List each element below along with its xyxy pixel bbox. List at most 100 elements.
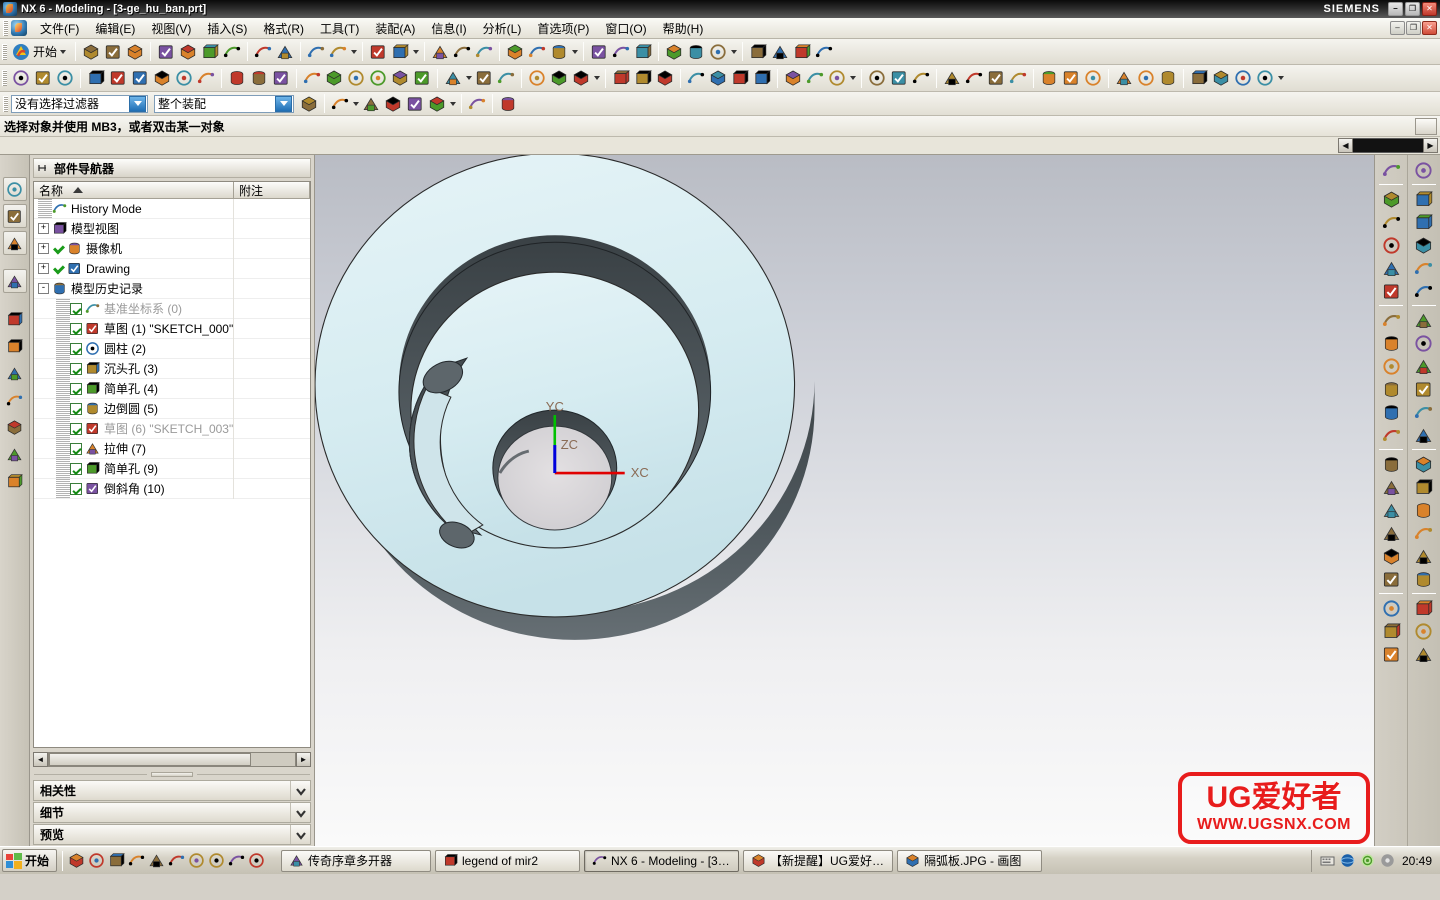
- standard-toolbar-grip[interactable]: [2, 43, 7, 60]
- chevron-down-icon[interactable]: [729, 41, 738, 63]
- menu-item-1[interactable]: 编辑(E): [87, 18, 143, 39]
- tree-row[interactable]: 草图 (6) "SKETCH_003": [34, 418, 310, 439]
- pattern-icon[interactable]: [685, 41, 707, 63]
- studio-surface-icon[interactable]: [707, 67, 729, 89]
- collapse-icon[interactable]: -: [38, 283, 49, 294]
- navigator-scroll-right-button[interactable]: ►: [296, 752, 311, 767]
- block-primitive-icon[interactable]: [1378, 522, 1404, 544]
- view-horizontal-scrollbar[interactable]: ◀ ▶: [1338, 138, 1438, 153]
- right-view-icon[interactable]: [1378, 401, 1404, 423]
- rectangle-icon[interactable]: [248, 67, 270, 89]
- constraint-icon[interactable]: [1411, 522, 1437, 544]
- hole-icon[interactable]: [473, 41, 495, 63]
- suppress-checkbox[interactable]: [70, 382, 82, 395]
- menu-item-6[interactable]: 装配(A): [367, 18, 423, 39]
- more-view-icon[interactable]: [1378, 643, 1404, 665]
- open-file-icon[interactable]: [102, 41, 124, 63]
- sphere-primitive-icon[interactable]: [1378, 568, 1404, 590]
- mirror-feature-icon[interactable]: [1411, 401, 1437, 423]
- dependencies-panel[interactable]: 相关性: [33, 780, 311, 801]
- checkmark-icon[interactable]: [52, 242, 65, 255]
- static-wireframe-icon[interactable]: [1378, 211, 1404, 233]
- preview-panel[interactable]: 预览: [33, 824, 311, 845]
- new-datum-icon[interactable]: [1411, 159, 1437, 181]
- suppress-checkbox[interactable]: [70, 322, 82, 335]
- patch-icon[interactable]: [804, 67, 826, 89]
- datum-axis-icon[interactable]: [473, 67, 495, 89]
- windows-start-button[interactable]: 开始: [2, 849, 58, 872]
- wrap-geometry-icon[interactable]: [1113, 67, 1135, 89]
- open-assembly-icon[interactable]: [1411, 476, 1437, 498]
- offset-face-icon[interactable]: [866, 67, 888, 89]
- edge-blend-icon[interactable]: [548, 41, 570, 63]
- tree-row[interactable]: 拉伸 (7): [34, 438, 310, 459]
- ruled-icon[interactable]: [685, 67, 707, 89]
- intersect-icon[interactable]: [985, 67, 1007, 89]
- assembly-navigator-icon[interactable]: [2, 177, 27, 201]
- sew-icon[interactable]: [782, 67, 804, 89]
- delete-face-icon[interactable]: [1188, 67, 1210, 89]
- bridge-curve-icon[interactable]: [323, 67, 345, 89]
- suppress-checkbox[interactable]: [70, 362, 82, 375]
- taskbar-button[interactable]: legend of mir2: [435, 849, 581, 872]
- pocket-icon[interactable]: [526, 41, 548, 63]
- datum-csys-icon[interactable]: [495, 67, 517, 89]
- chevron-down-icon[interactable]: [349, 41, 358, 63]
- tree-row[interactable]: 简单孔 (4): [34, 378, 310, 399]
- face-analysis-icon[interactable]: [1378, 234, 1404, 256]
- suppress-checkbox[interactable]: [70, 402, 82, 415]
- keyboard-tray-icon[interactable]: [1320, 853, 1335, 868]
- thunder-icon[interactable]: [168, 852, 185, 869]
- expand-icon[interactable]: +: [38, 223, 49, 234]
- rectangle-select-icon[interactable]: [466, 93, 488, 115]
- suppress-checkbox[interactable]: [70, 482, 82, 495]
- bulb-icon[interactable]: [1378, 620, 1404, 642]
- partially-shaded-icon[interactable]: [1378, 257, 1404, 279]
- move-face-icon[interactable]: [1157, 67, 1179, 89]
- chevron-down-icon[interactable]: [570, 41, 579, 63]
- menu-item-8[interactable]: 分析(L): [475, 18, 530, 39]
- mirror-icon[interactable]: [707, 41, 729, 63]
- part-navigator-icon[interactable]: [2, 231, 27, 255]
- perspective-icon[interactable]: [1378, 424, 1404, 446]
- selection-filter-dropdown-icon[interactable]: [129, 95, 146, 112]
- unite-icon[interactable]: [941, 67, 963, 89]
- trim-body-icon[interactable]: [1038, 67, 1060, 89]
- mdi-minimize-button[interactable]: –: [1390, 21, 1405, 35]
- tree-row[interactable]: - 模型历史记录: [34, 278, 310, 299]
- replace-face-icon[interactable]: [1232, 67, 1254, 89]
- face-blend-icon[interactable]: [826, 67, 848, 89]
- sketch-icon[interactable]: [367, 41, 389, 63]
- chevron-down-icon[interactable]: [290, 781, 310, 800]
- split-body-icon[interactable]: [1060, 67, 1082, 89]
- select-general-icon[interactable]: [298, 93, 320, 115]
- helix-icon[interactable]: [129, 67, 151, 89]
- redo-icon[interactable]: [274, 41, 296, 63]
- snap-point-icon[interactable]: [329, 93, 351, 115]
- html-help-icon[interactable]: [3, 442, 27, 466]
- minimize-button[interactable]: –: [1388, 2, 1403, 16]
- model-display[interactable]: XC YC ZC: [315, 155, 1374, 846]
- find-icon[interactable]: [327, 41, 349, 63]
- move-object-icon[interactable]: [663, 41, 685, 63]
- system-materials-icon[interactable]: [3, 361, 27, 385]
- qq-penguin-icon[interactable]: [108, 852, 125, 869]
- point-set-icon[interactable]: [195, 67, 217, 89]
- start-menu-button[interactable]: 开始: [10, 41, 71, 63]
- subtract-icon[interactable]: [963, 67, 985, 89]
- chevron-down-icon[interactable]: [1276, 67, 1285, 89]
- explode-icon[interactable]: [1411, 545, 1437, 567]
- suppress-checkbox[interactable]: [70, 442, 82, 455]
- expression-icon[interactable]: [1411, 453, 1437, 475]
- menu-item-11[interactable]: 帮助(H): [655, 18, 712, 39]
- tree-row[interactable]: 倒斜角 (10): [34, 478, 310, 499]
- cone-primitive-icon[interactable]: [1378, 545, 1404, 567]
- suppress-checkbox[interactable]: [70, 342, 82, 355]
- column-header-name[interactable]: 名称: [34, 182, 234, 198]
- datum-plane-icon[interactable]: [1411, 188, 1437, 210]
- wave-icon[interactable]: [1411, 620, 1437, 642]
- revolve-icon[interactable]: [451, 41, 473, 63]
- tree-row[interactable]: 基准坐标系 (0): [34, 298, 310, 319]
- draft-icon[interactable]: [910, 67, 932, 89]
- face-select-icon[interactable]: [382, 93, 404, 115]
